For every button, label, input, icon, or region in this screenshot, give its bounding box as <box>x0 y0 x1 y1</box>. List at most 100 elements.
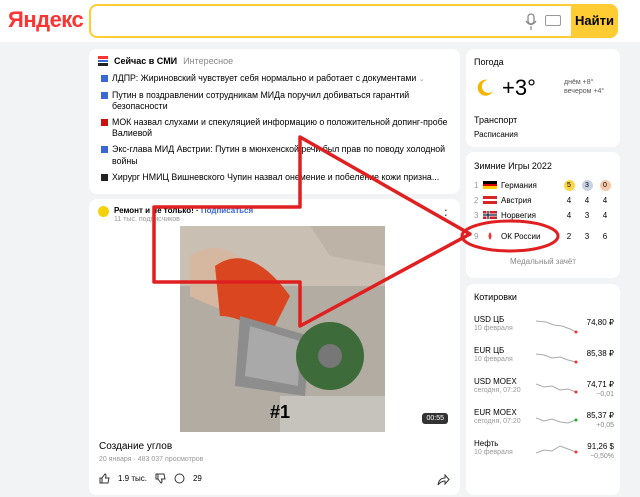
gold-medal-count: 4 <box>566 195 572 205</box>
silver-medal-count: 3 <box>584 231 590 241</box>
source-icon <box>101 75 108 82</box>
news-tab-interesting[interactable]: Интересное <box>183 56 233 66</box>
quote-change: +0,05 <box>596 422 614 429</box>
weather-card: Погода +3° днём +8° вечером +4° Транспорт… <box>466 49 620 147</box>
news-item-text: МОК назвал слухами и спекуляцией информа… <box>112 117 448 139</box>
country: Германия <box>501 180 537 190</box>
quote-name: USD MOEX <box>474 377 517 386</box>
comment-icon[interactable] <box>174 473 185 484</box>
quote-row[interactable]: USD MOEX сегодня, 07:20 74,71 ₽ −0,01 <box>474 377 614 403</box>
roc-flame-icon <box>483 232 497 240</box>
news-title[interactable]: Сейчас в СМИ <box>114 56 177 66</box>
moon-icon <box>477 79 493 96</box>
rank: 3 <box>474 210 479 220</box>
olympics-title[interactable]: Зимние Игры 2022 <box>474 161 552 171</box>
olympics-card: Зимние Игры 2022 1 Германия 5 3 0 2 Авст… <box>466 152 620 278</box>
sparkline <box>536 417 578 424</box>
medal-row[interactable]: 3 Норвегия 4 3 4 <box>474 209 614 221</box>
silver-medal-count: 3 <box>584 210 590 220</box>
microphone-icon[interactable] <box>525 13 537 31</box>
source-icon <box>101 146 108 154</box>
share-icon[interactable] <box>436 473 450 487</box>
quote-name: EUR ЦБ <box>474 346 505 355</box>
news-item-text: Хирург НМИЦ Вишневского Чупин назвал оне… <box>112 171 440 182</box>
sparkline <box>536 353 578 364</box>
rank: 1 <box>474 180 479 190</box>
subscribe-button[interactable]: Подписаться <box>201 206 253 215</box>
video-frame: #1 <box>180 226 385 432</box>
schedule-link[interactable]: Расписания <box>474 130 518 139</box>
video-meta: 20 января · 483 037 просмотров <box>99 456 204 463</box>
news-item-text: Экс-глава МИД Австрии: Путин в мюнхенско… <box>112 144 446 166</box>
search-button[interactable]: Найти <box>571 4 618 38</box>
video-card: Ремонт и не только! · Подписаться 11 тыс… <box>89 199 460 495</box>
weather-temp[interactable]: +3° <box>502 75 536 101</box>
video-caption[interactable]: Создание углов <box>99 441 172 452</box>
comment-count: 29 <box>192 474 202 483</box>
news-item-text: ЛДПР: Жириновский чувствует себя нормаль… <box>112 73 417 83</box>
medal-row[interactable]: 2 Австрия 4 4 4 <box>474 194 614 206</box>
sparkline <box>536 383 578 394</box>
quote-value: 74,71 ₽ <box>586 380 614 389</box>
weather-title[interactable]: Погода <box>474 57 504 67</box>
silver-medal-count: 3 <box>581 179 593 191</box>
quote-row[interactable]: EUR MOEX сегодня, 07:20 85,37 ₽ +0,05 <box>474 408 614 434</box>
quote-row[interactable]: Нефть 10 февраля 91,26 $ −0,50% <box>474 439 614 465</box>
like-count: 1.9 тыс. <box>118 474 147 483</box>
quote-name: Нефть <box>474 439 499 448</box>
bronze-medal-count: 4 <box>602 210 608 220</box>
news-logo-icon <box>98 56 108 66</box>
quote-value: 85,37 ₽ <box>586 411 614 420</box>
subscriber-count: 11 тыс. подписчиков <box>114 216 180 223</box>
forecast-evening: вечером +4° <box>564 88 605 95</box>
video-date: 20 января <box>99 456 132 463</box>
more-menu-icon[interactable]: · · · <box>444 203 448 226</box>
medal-row-russia[interactable]: 9 ОК России 2 3 6 <box>474 230 614 242</box>
gold-medal-count: 4 <box>566 210 572 220</box>
quotes-title[interactable]: Котировки <box>474 292 517 302</box>
quote-date: 10 февраля <box>474 356 513 363</box>
news-item[interactable]: ЛДПР: Жириновский чувствует себя нормаль… <box>101 73 451 85</box>
news-item[interactable]: Экс-глава МИД Австрии: Путин в мюнхенско… <box>101 144 451 166</box>
forecast-day: днём +8° <box>564 79 594 86</box>
medal-standings-link[interactable]: Медальный зачёт <box>466 257 620 266</box>
country: ОК России <box>501 231 541 241</box>
channel-header: Ремонт и не только! · Подписаться 11 тыс… <box>98 206 253 223</box>
bronze-medal-count: 4 <box>602 195 608 205</box>
dislike-icon[interactable] <box>155 473 166 484</box>
video-number-overlay: #1 <box>270 402 291 422</box>
quote-value: 85,38 ₽ <box>586 349 614 358</box>
quote-name: EUR MOEX <box>474 408 517 417</box>
channel-avatar[interactable] <box>98 206 109 217</box>
news-item[interactable]: Путин в поздравлении сотрудникам МИДа по… <box>101 90 451 112</box>
news-item-text: Путин в поздравлении сотрудникам МИДа по… <box>112 90 410 112</box>
video-views: 483 037 просмотров <box>137 456 204 463</box>
channel-name[interactable]: Ремонт и не только! <box>114 206 194 215</box>
gold-medal-count: 2 <box>566 231 572 241</box>
news-item[interactable]: Хирург НМИЦ Вишневского Чупин назвал оне… <box>101 172 451 183</box>
news-header: Сейчас в СМИ Интересное <box>98 56 233 66</box>
video-duration: 00:55 <box>422 413 448 424</box>
rank: 9 <box>474 231 479 241</box>
medal-row[interactable]: 1 Германия 5 3 0 <box>474 179 614 191</box>
quote-row[interactable]: EUR ЦБ 10 февраля 85,38 ₽ <box>474 346 614 372</box>
quote-change: −0,01 <box>596 391 614 398</box>
quote-change: −0,50% <box>590 453 614 460</box>
country: Норвегия <box>501 210 537 220</box>
sound-icon[interactable] <box>101 410 117 426</box>
keyboard-icon[interactable] <box>545 15 561 26</box>
quote-name: USD ЦБ <box>474 315 505 324</box>
like-icon[interactable] <box>99 473 110 484</box>
quote-date: сегодня, 07:20 <box>474 418 521 425</box>
bronze-medal-count: 0 <box>599 179 611 191</box>
quote-row[interactable]: USD ЦБ 10 февраля 74,80 ₽ <box>474 315 614 341</box>
news-item[interactable]: МОК назвал слухами и спекуляцией информа… <box>101 117 451 139</box>
search-input[interactable] <box>89 4 573 38</box>
video-player[interactable]: #1 00:55 <box>97 226 452 432</box>
transport-title[interactable]: Транспорт <box>474 115 517 125</box>
quote-date: 10 февраля <box>474 325 513 332</box>
rank: 2 <box>474 195 479 205</box>
chevron-down-icon[interactable]: ⌄ <box>419 76 425 83</box>
yandex-logo[interactable]: Яндекс <box>8 7 84 33</box>
source-icon <box>101 173 108 181</box>
